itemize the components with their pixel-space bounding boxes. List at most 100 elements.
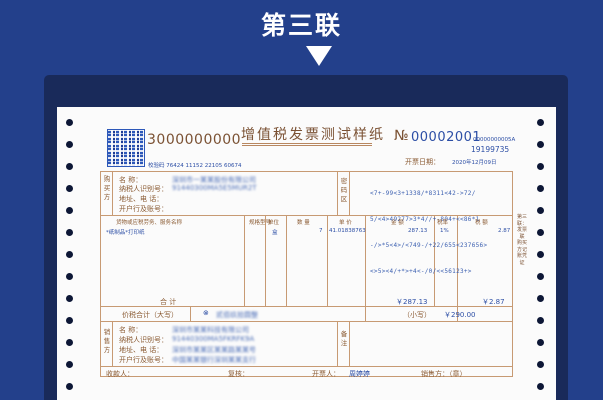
row-line-total [100,321,513,322]
subtotal-tax: ￥2.87 [482,298,505,306]
remarks-left-line [337,321,338,366]
cipher-line: <7+-99<3+1338/*8311<42->72/ [370,190,476,198]
total-label: 价税合计（大写） [122,311,178,319]
header-rate: 税率 [437,220,449,226]
title-underline [242,143,372,144]
feed-hole [66,383,73,390]
col-unit-line [265,215,266,306]
cipher-line: -/>*5<4>/<749-/+22/655<237656> [370,241,488,249]
buyer-tax-label: 纳税人识别号： [119,185,168,193]
feed-hole [66,361,73,368]
feed-hole [537,251,544,258]
buyer-side-line [112,171,113,215]
header-price: 单 价 [339,220,352,226]
feed-hole [66,229,73,236]
total-chinese: 贰佰玖拾圆整 [216,311,258,319]
copy-side-note: 第三联：发票联 购买方记账凭证 [517,214,528,266]
qr-code [107,129,145,167]
feed-hole [66,251,73,258]
buyer-bank-label: 开户行及账号： [119,205,168,213]
seller-side-line [112,321,113,366]
issuer-value: 周婷婷 [349,370,370,378]
header-amount: 金 额 [391,220,404,226]
date-value: 2020年12月09日 [452,160,497,166]
feed-hole [66,339,73,346]
check-code: 校验码 76424 11152 22105 60674 [148,163,242,169]
buyer-tax-value: 91440300MA5E5MUR2T [172,184,257,192]
reviewer-label: 复核： [228,370,249,378]
title-underline-2 [242,145,372,146]
remarks-label-line [349,321,350,366]
item-unit: 盒 [272,230,278,236]
feed-hole [537,361,544,368]
total-small-value: ￥290.00 [444,311,476,319]
payee-label: 收款人： [106,370,134,378]
header-unit: 单位 [268,220,280,226]
seller-addr-label: 地址、电 话： [119,346,164,354]
item-name: *纸制品*打印纸 [106,230,145,236]
feed-hole [537,163,544,170]
feed-hole [66,317,73,324]
feed-hole [537,295,544,302]
down-arrow-icon [306,46,332,66]
circle-x-icon: ⊗ [203,309,209,317]
feed-hole [537,273,544,280]
invoice-no-small: 00000000005A [473,137,516,143]
item-rate: 1% [440,228,449,234]
seller-name-label: 名 称： [119,326,143,334]
item-amount: 287.13 [408,228,428,234]
feed-hole [537,185,544,192]
col-spec-line [244,215,245,306]
item-qty: 7 [319,228,323,234]
feed-hole [537,383,544,390]
date-label: 开票日期： [405,158,440,166]
seller-addr-value: 深圳市某某区某某路某某号 [172,346,256,354]
feed-hole [66,119,73,126]
header-name: 货物或应税劳务、服务名称 [116,220,183,226]
item-price: 41.01838763 [329,228,366,234]
issuer-label: 开票人： [312,370,340,378]
feed-hole [537,229,544,236]
banner-title: 第三联 [260,11,342,40]
feed-hole [537,207,544,214]
remarks-label: 备注 [340,330,348,347]
seller-bank-value: 中国某某银行深圳某某支行 [172,356,256,364]
invoice-serial: 3000000000 [147,132,242,148]
cipher-label-line [349,171,350,215]
seller-name-value: 深圳市某某科技有限公司 [172,326,249,334]
total-small-label: （小写） [403,311,431,319]
seller-stamp-label: 销售方：（章） [421,370,467,378]
cipher-area-label: 密码区 [340,177,348,203]
subtotal-amount: ￥287.13 [396,298,428,306]
feed-hole [537,141,544,148]
item-tax: 2.87 [498,228,511,234]
subtotal-label: 合 计 [160,298,177,306]
feed-hole [537,317,544,324]
total-label-line [190,306,191,321]
invoice-title: 增值税发票测试样纸 [241,127,385,143]
cipher-line: <>5><4/+*>+4<-/0/<<56123+> [370,267,472,275]
feed-hole [66,141,73,148]
feed-hole [537,119,544,126]
col-qty-line [286,215,287,306]
row-line-seller [100,366,513,367]
feed-hole [66,163,73,170]
invoice-no-second: 19199735 [471,145,510,154]
col-price-line [327,215,328,306]
seller-tax-value: 91440300MA5FKRFK9A [172,335,255,343]
header-qty: 数 量 [297,220,310,226]
feed-hole [66,273,73,280]
feed-hole [66,295,73,302]
feed-hole [66,207,73,214]
buyer-side-label: 购买方 [103,175,111,201]
feed-hole [537,339,544,346]
seller-bank-label: 开户行及账号： [119,356,168,364]
seller-tax-label: 纳税人识别号： [119,336,168,344]
invoice-no-value: 00002001 [411,130,482,145]
cipher-left-line [337,171,338,215]
buyer-addr-label: 地址、电 话： [119,195,164,203]
seller-side-label: 销售方 [103,328,111,354]
header-tax: 税 额 [475,220,488,226]
invoice-no-symbol: № [394,128,409,144]
feed-hole [66,185,73,192]
